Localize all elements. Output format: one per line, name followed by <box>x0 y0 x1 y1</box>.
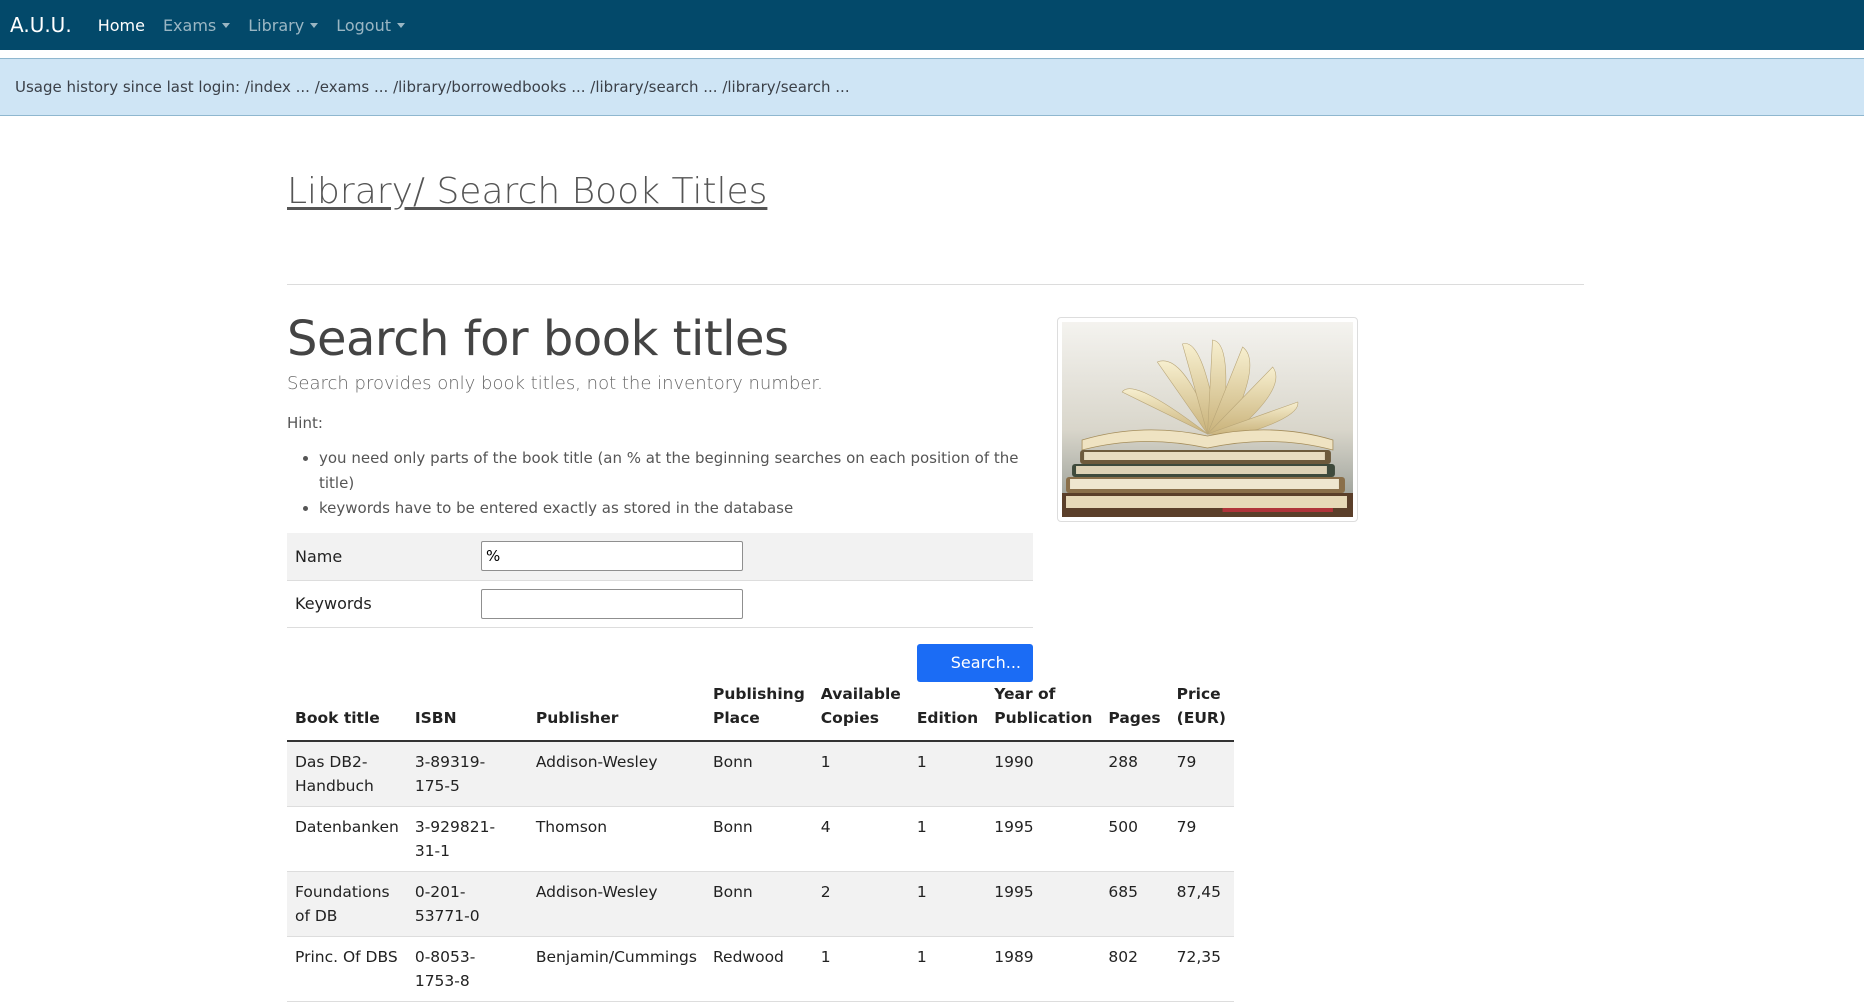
table-cell: Princ. Of DBS <box>287 936 407 1002</box>
table-row: Foundations of DB 0-201-53771-0 Addison-… <box>287 871 1234 937</box>
keywords-label: Keywords <box>287 580 473 628</box>
table-cell: 1 <box>812 936 909 1002</box>
column-header: Book title <box>287 676 407 742</box>
usage-history-text: Usage history since last login: /index .… <box>15 78 850 96</box>
table-cell: 1 <box>908 741 987 807</box>
nav-item-label: Library <box>248 15 305 35</box>
caret-down-icon <box>310 22 319 28</box>
table-cell: 802 <box>1100 936 1169 1002</box>
column-header: Publisher <box>527 676 705 742</box>
search-section: Search for book titles Search provides o… <box>287 311 1033 682</box>
table-cell: Redwood <box>704 936 813 1002</box>
table-cell: 1989 <box>986 936 1101 1002</box>
column-header: Available Copies <box>812 676 909 742</box>
caret-down-icon <box>222 22 231 28</box>
table-cell: 0-201-53771-0 <box>406 871 528 937</box>
table-cell: Addison-Wesley <box>527 871 705 937</box>
table-header-row: Book title ISBN Publisher Publishing Pla… <box>287 676 1234 742</box>
table-cell: Bonn <box>704 806 813 872</box>
keywords-input[interactable] <box>481 588 743 619</box>
table-row: Datenbanken 3-929821-31-1 Thomson Bonn 4… <box>287 806 1234 872</box>
hint-label: Hint: <box>287 414 323 432</box>
nav-item-label: Logout <box>336 15 391 35</box>
table-cell: Bonn <box>704 741 813 807</box>
search-form: Name Keywords <box>287 533 1033 628</box>
column-header: Publishing Place <box>704 676 813 742</box>
main-container: Library/ Search Book Titles Search for b… <box>287 115 1584 1002</box>
top-navbar: A.U.U. Home Exams Library Logout <box>0 0 1864 50</box>
table-cell: 3-929821-31-1 <box>406 806 528 872</box>
table-cell: Das DB2-Handbuch <box>287 741 407 807</box>
nav-item-home[interactable]: Home <box>98 16 145 35</box>
column-header: Price (EUR) <box>1168 676 1234 742</box>
brand-logo[interactable]: A.U.U. <box>10 13 72 37</box>
name-label: Name <box>287 533 473 581</box>
table-cell: Bonn <box>704 871 813 937</box>
table-cell: 79 <box>1168 741 1234 807</box>
table-cell: Thomson <box>527 806 705 872</box>
column-header: Year of Publication <box>986 676 1101 742</box>
table-cell: Addison-Wesley <box>527 741 705 807</box>
search-lead-text: Search provides only book titles, not th… <box>287 373 823 394</box>
column-header: ISBN <box>406 676 528 742</box>
table-cell: 500 <box>1100 806 1169 872</box>
table-cell: 1 <box>908 871 987 937</box>
name-input[interactable] <box>481 541 743 572</box>
table-cell: Datenbanken <box>287 806 407 872</box>
table-cell: 4 <box>812 806 909 872</box>
nav-item-label: Exams <box>162 15 217 35</box>
table-cell: 1 <box>908 806 987 872</box>
nav-item-label: Home <box>97 15 145 35</box>
table-cell: 685 <box>1100 871 1169 937</box>
page-title[interactable]: Library/ Search Book Titles <box>287 171 767 212</box>
divider <box>287 284 1584 285</box>
caret-down-icon <box>396 22 405 28</box>
table-cell: 2 <box>812 871 909 937</box>
table-cell: 1 <box>812 741 909 807</box>
table-cell: 3-89319-175-5 <box>406 741 528 807</box>
nav-item-exams[interactable]: Exams <box>162 15 231 35</box>
nav-item-library[interactable]: Library <box>248 15 319 35</box>
column-header: Pages <box>1100 676 1169 742</box>
table-cell: 72,35 <box>1168 936 1234 1002</box>
hint-item: keywords have to be entered exactly as s… <box>319 496 1033 521</box>
table-cell: 288 <box>1100 741 1169 807</box>
table-cell: 1 <box>908 936 987 1002</box>
column-header: Edition <box>908 676 987 742</box>
search-heading: Search for book titles <box>287 311 789 367</box>
table-cell: Foundations of DB <box>287 871 407 937</box>
table-cell: Benjamin/Cummings <box>527 936 705 1002</box>
table-row: Das DB2-Handbuch 3-89319-175-5 Addison-W… <box>287 741 1234 807</box>
results-table: Book title ISBN Publisher Publishing Pla… <box>287 676 1234 1002</box>
table-cell: 1995 <box>986 871 1101 937</box>
table-cell: 87,45 <box>1168 871 1234 937</box>
open-books-photo-icon <box>1062 322 1353 517</box>
table-cell: 1990 <box>986 741 1101 807</box>
table-cell: 1995 <box>986 806 1101 872</box>
hint-item: you need only parts of the book title (a… <box>319 446 1033 496</box>
nav-item-logout[interactable]: Logout <box>336 16 405 35</box>
table-row: Princ. Of DBS 0-8053-1753-8 Benjamin/Cum… <box>287 936 1234 1002</box>
table-cell: 0-8053-1753-8 <box>406 936 528 1002</box>
book-image-frame <box>1057 317 1358 522</box>
table-cell: 79 <box>1168 806 1234 872</box>
hint-list: you need only parts of the book title (a… <box>287 446 1033 521</box>
usage-history-bar: Usage history since last login: /index .… <box>0 58 1864 116</box>
